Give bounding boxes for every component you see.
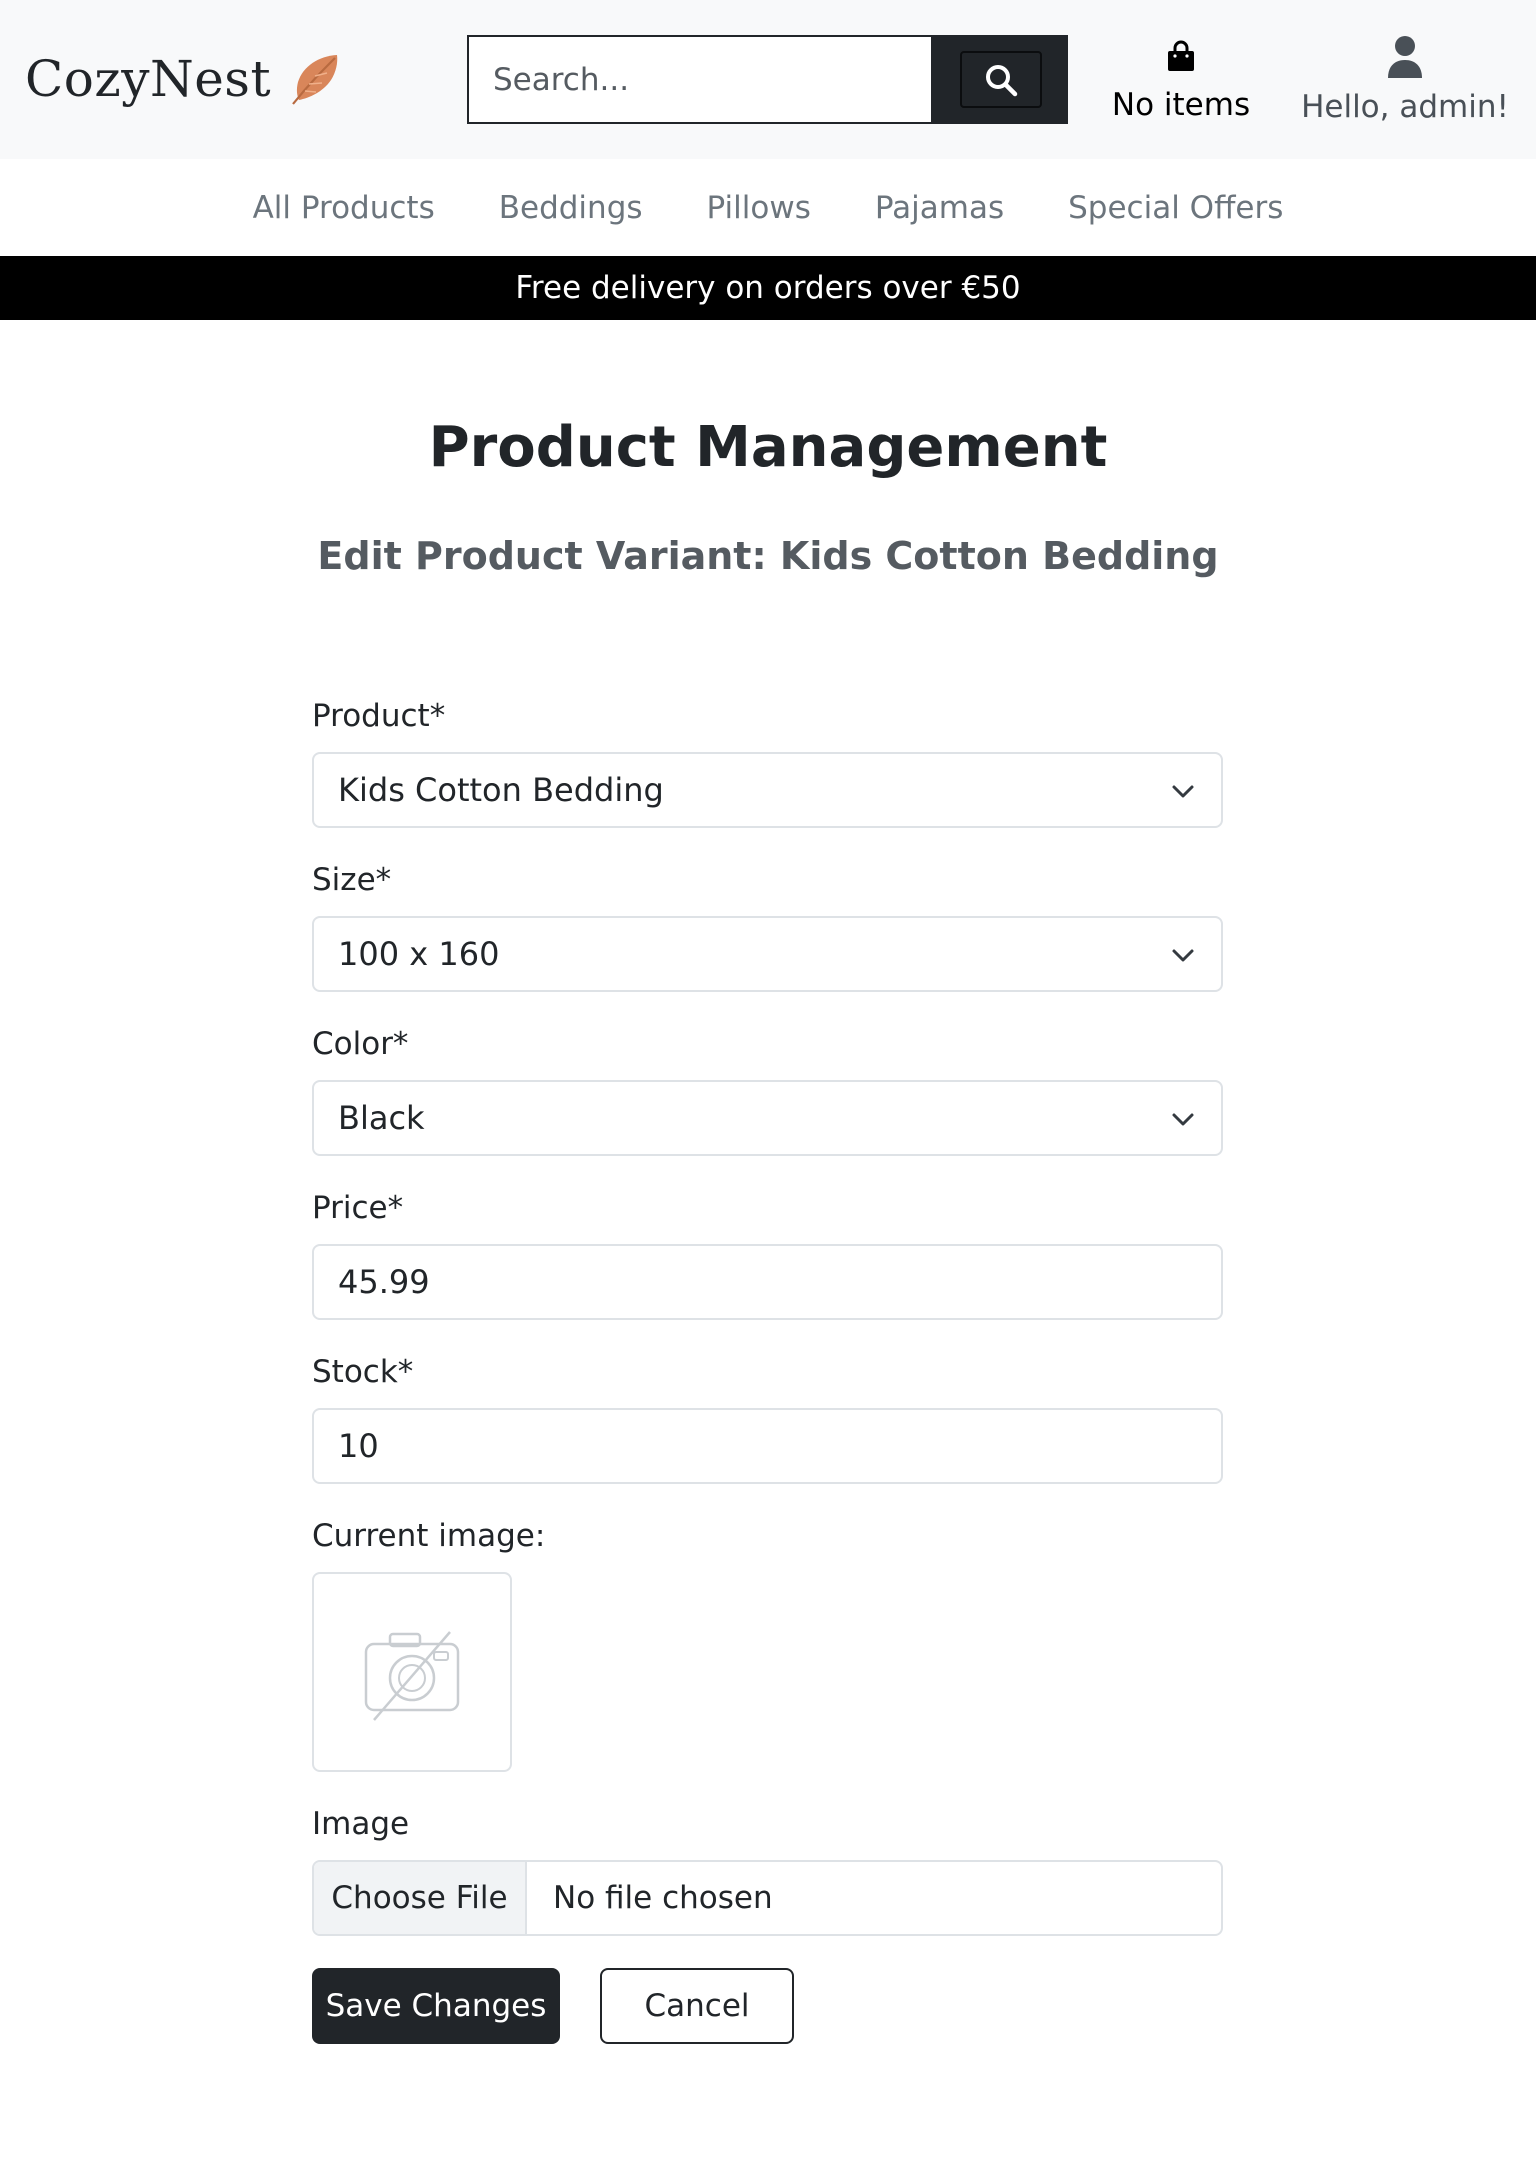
form-actions: Save Changes Cancel [312,1968,1223,2044]
search-icon [985,64,1017,96]
stock-field: Stock* 10 [312,1352,1223,1484]
brand-logo[interactable]: CozyNest [25,50,341,108]
current-image-field: Current image: [312,1516,1223,1772]
save-changes-button[interactable]: Save Changes [312,1968,560,2044]
size-select[interactable]: 100 x 160 [312,916,1223,992]
user-icon [1388,36,1422,78]
color-select[interactable]: Black [312,1080,1223,1156]
price-input[interactable]: 45.99 [312,1244,1223,1320]
price-input-value: 45.99 [338,1263,430,1301]
search-bar [467,35,1068,124]
product-field: Product* Kids Cotton Bedding [312,696,1223,828]
image-file-input[interactable]: Choose File No file chosen [312,1860,1223,1936]
feather-icon [292,55,338,105]
cancel-button[interactable]: Cancel [600,1968,794,2044]
price-field: Price* 45.99 [312,1188,1223,1320]
stock-input-value: 10 [338,1427,379,1465]
nav-pajamas[interactable]: Pajamas [875,190,1004,226]
color-select-value: Black [338,1099,425,1137]
chevron-down-icon [1172,949,1194,962]
nav-all-products[interactable]: All Products [253,190,435,226]
product-label: Product* [312,698,446,734]
header: CozyNest No items [0,0,1536,159]
price-label: Price* [312,1190,404,1226]
nav-beddings[interactable]: Beddings [499,190,643,226]
edit-variant-form: Product* Kids Cotton Bedding Size* 100 x… [312,696,1223,2044]
main-nav: All Products Beddings Pillows Pajamas Sp… [0,159,1536,256]
account-label: Hello, admin! [1301,89,1509,125]
chevron-down-icon [1172,785,1194,798]
choose-file-button[interactable]: Choose File [314,1862,527,1934]
nav-pillows[interactable]: Pillows [707,190,811,226]
chevron-down-icon [1172,1113,1194,1126]
stock-label: Stock* [312,1354,414,1390]
image-label: Image [312,1806,410,1842]
cart-label: No items [1111,87,1251,123]
search-input[interactable] [467,35,933,124]
size-field: Size* 100 x 160 [312,860,1223,992]
brand-name: CozyNest [25,50,272,108]
product-select[interactable]: Kids Cotton Bedding [312,752,1223,828]
cart-link[interactable]: No items [1105,35,1257,123]
size-label: Size* [312,862,392,898]
file-status: No file chosen [553,1880,773,1916]
search-button[interactable] [933,35,1068,124]
account-link[interactable]: Hello, admin! [1300,35,1510,125]
stock-input[interactable]: 10 [312,1408,1223,1484]
page-title: Product Management [428,415,1108,480]
page-subtitle: Edit Product Variant: Kids Cotton Beddin… [317,534,1219,578]
search-button-frame [959,51,1042,108]
image-field: Image Choose File No file chosen [312,1804,1223,1936]
promo-banner-text: Free delivery on orders over €50 [515,270,1021,306]
product-select-value: Kids Cotton Bedding [338,771,664,809]
current-image-label: Current image: [312,1518,546,1554]
promo-banner: Free delivery on orders over €50 [0,256,1536,320]
shopping-bag-icon [1168,40,1194,71]
nav-special-offers[interactable]: Special Offers [1068,190,1283,226]
size-select-value: 100 x 160 [338,935,500,973]
color-label: Color* [312,1026,409,1062]
current-image-thumbnail [312,1572,512,1772]
no-image-icon [364,1631,460,1721]
color-field: Color* Black [312,1024,1223,1156]
